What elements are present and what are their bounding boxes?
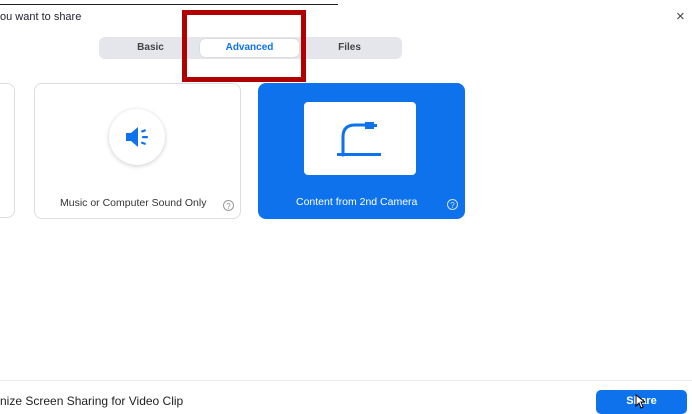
- close-icon[interactable]: ×: [676, 9, 685, 24]
- mouse-cursor-icon: [635, 394, 645, 409]
- share-option-card-partial[interactable]: [0, 83, 15, 218]
- share-option-label: Music or Computer Sound Only: [60, 197, 207, 209]
- dialog-title: ou want to share: [0, 11, 82, 23]
- tab-files[interactable]: Files: [299, 39, 400, 57]
- annotation-highlight-box: [182, 10, 306, 82]
- share-option-label: Content from 2nd Camera: [296, 196, 418, 208]
- speaker-icon-badge: [109, 109, 165, 165]
- help-icon[interactable]: ?: [447, 199, 458, 210]
- share-option-music-computer-sound[interactable]: Music or Computer Sound Only ?: [34, 83, 241, 219]
- document-camera-icon: [337, 122, 381, 157]
- speaker-icon: [126, 127, 148, 147]
- title-underline: [0, 4, 338, 5]
- footer-divider: [0, 380, 692, 381]
- help-icon[interactable]: ?: [223, 200, 234, 211]
- optimize-video-clip-option[interactable]: nize Screen Sharing for Video Clip: [0, 394, 183, 408]
- camera-preview: [304, 102, 416, 175]
- share-option-2nd-camera[interactable]: Content from 2nd Camera ?: [258, 83, 465, 219]
